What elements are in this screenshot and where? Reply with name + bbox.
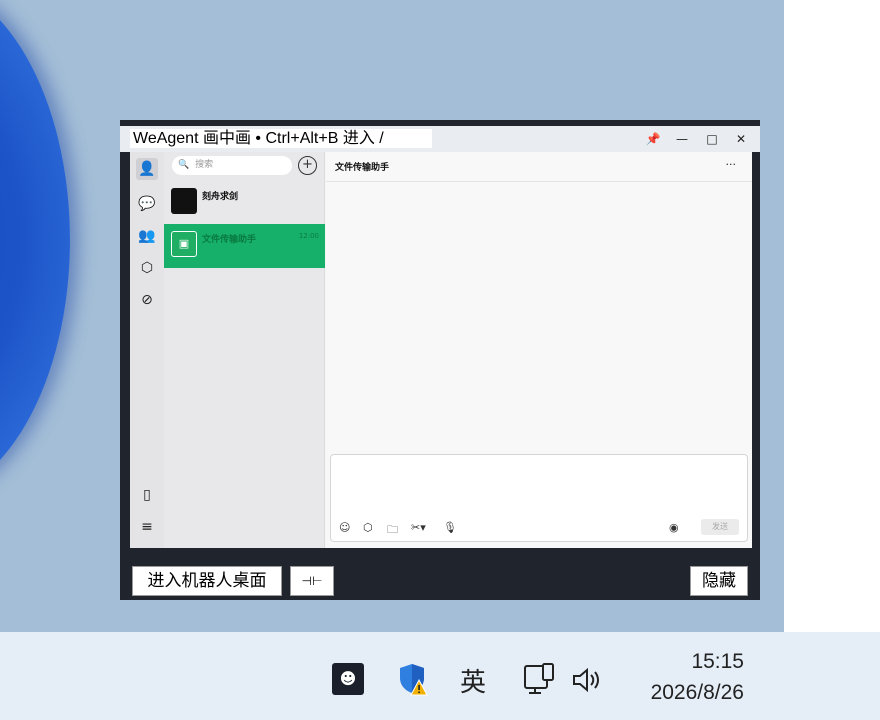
security-warning-icon[interactable] [397,662,429,696]
cube-icon[interactable]: ⬡ [136,257,158,279]
chat-name: 刻舟求剑 [202,192,239,202]
emoji-icon[interactable]: ☺ [339,521,350,534]
network-icon[interactable] [523,662,557,696]
message-input[interactable]: ☺ ⬡ 🗀 ✂▾ 🎙 ◉ 发送 [330,454,748,542]
chat-name: 文件传输助手 [202,235,257,245]
chat-main: 文件传输助手 ··· ☺ ⬡ 🗀 ✂▾ 🎙 ◉ 发送 [326,152,752,548]
clock-date[interactable]: 2026/8/26 [651,681,744,705]
chat-title: 文件传输助手 [335,163,390,173]
taskbar: ☻ 英 15:15 2026/8/26 [0,632,880,720]
search-placeholder: 搜索 [195,160,214,170]
pin-icon[interactable]: 📌 [642,130,664,148]
wechat-window: 👤 💬 👥 ⬡ ⊘ ▯ ≡ 🔍 搜索 + 刻舟求剑 ▣ 文件传输助手 12:00 [130,152,752,548]
more-options-icon[interactable]: ··· [726,158,737,171]
pip-bottom-bar: 进入机器人桌面 ⊣⊢ 隐藏 [120,556,760,600]
folder-icon[interactable]: 🗀 [387,521,398,540]
user-avatar-icon[interactable]: 👤 [136,158,158,180]
volume-icon[interactable] [572,667,604,693]
chat-avatar [171,188,197,214]
maximize-button[interactable]: □ [701,130,723,148]
phone-icon[interactable]: ▯ [136,484,158,506]
enter-robot-desktop-button[interactable]: 进入机器人桌面 [132,566,282,596]
weagent-app-icon[interactable]: ☻ [332,663,364,695]
favorites-icon[interactable]: ⬡ [363,521,373,534]
search-input[interactable]: 🔍 搜索 [172,156,292,175]
chat-header: 文件传输助手 ··· [326,152,752,182]
menu-icon[interactable]: ≡ [136,516,158,538]
screen-blank-area [784,0,880,632]
hide-button[interactable]: 隐藏 [690,566,748,596]
pin-button[interactable]: ⊣⊢ [290,566,334,596]
chat-list: 🔍 搜索 + 刻舟求剑 ▣ 文件传输助手 12:00 [164,152,325,548]
search-icon: 🔍 [178,160,190,170]
mic-icon[interactable]: 🎙 [443,521,457,534]
minimize-button[interactable]: — [671,130,693,148]
chat-time: 12:00 [298,232,319,240]
send-button[interactable]: 发送 [701,519,739,535]
pip-title-text: WeAgent 画中画 • Ctrl+Alt+B 进入 / [130,129,432,148]
wallpaper-bloom [0,0,70,500]
add-button[interactable]: + [298,156,317,175]
compass-icon[interactable]: ⊘ [136,289,158,311]
ime-indicator[interactable]: 英 [460,662,486,699]
pip-title-bar[interactable]: WeAgent 画中画 • Ctrl+Alt+B 进入 / 📌 — □ ✕ [120,120,760,152]
close-button[interactable]: ✕ [730,130,752,148]
clock-time[interactable]: 15:15 [691,650,744,674]
pip-window: WeAgent 画中画 • Ctrl+Alt+B 进入 / 📌 — □ ✕ 👤 … [120,120,760,600]
folder-icon: ▣ [171,231,197,257]
chat-list-item-active[interactable]: ▣ 文件传输助手 12:00 [164,224,325,268]
voice-call-icon[interactable]: ◉ [669,521,679,534]
chat-list-item[interactable]: 刻舟求剑 [164,181,325,225]
scissors-icon[interactable]: ✂▾ [411,521,426,534]
wechat-sidebar: 👤 💬 👥 ⬡ ⊘ ▯ ≡ [130,152,164,548]
chat-icon[interactable]: 💬 [136,193,158,215]
contacts-icon[interactable]: 👥 [136,225,158,247]
